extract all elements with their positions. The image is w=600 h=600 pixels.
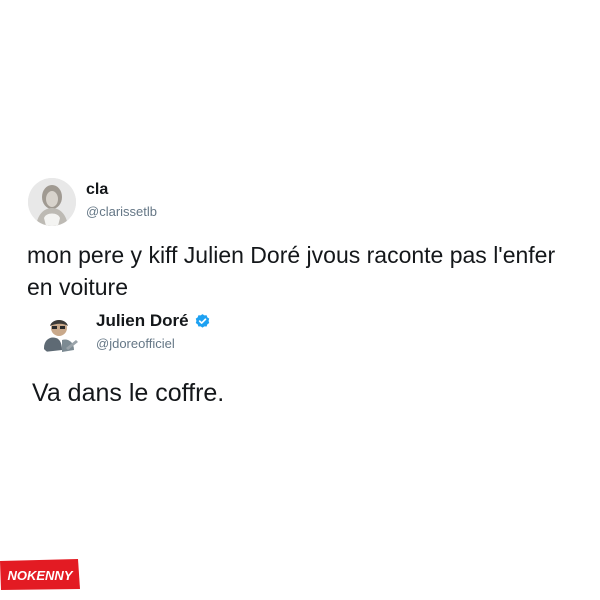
svg-text:NOKENNY: NOKENNY (7, 568, 73, 583)
avatar[interactable] (28, 178, 76, 226)
tweet-text: mon pere y kiff Julien Doré jvous racont… (27, 242, 556, 300)
reply-text: Va dans le coffre. (32, 379, 225, 407)
reply-author-handle[interactable]: @jdoreofficiel (96, 336, 175, 351)
verified-badge-icon (194, 313, 211, 330)
tweet-author-handle[interactable]: @clarissetlb (86, 204, 157, 219)
tweet-card: cla @clarissetlb mon pere y kiff Julien … (0, 0, 600, 600)
reply-author-row: Julien Doré (96, 311, 211, 331)
reply-author-name[interactable]: Julien Doré (96, 311, 189, 331)
tweet-author-name[interactable]: cla (86, 181, 108, 199)
avatar-photo-icon (28, 178, 76, 226)
watermark-logo: NOKENNY (0, 559, 80, 590)
reply-avatar[interactable] (38, 312, 82, 356)
reply-avatar-photo-icon (38, 312, 82, 356)
